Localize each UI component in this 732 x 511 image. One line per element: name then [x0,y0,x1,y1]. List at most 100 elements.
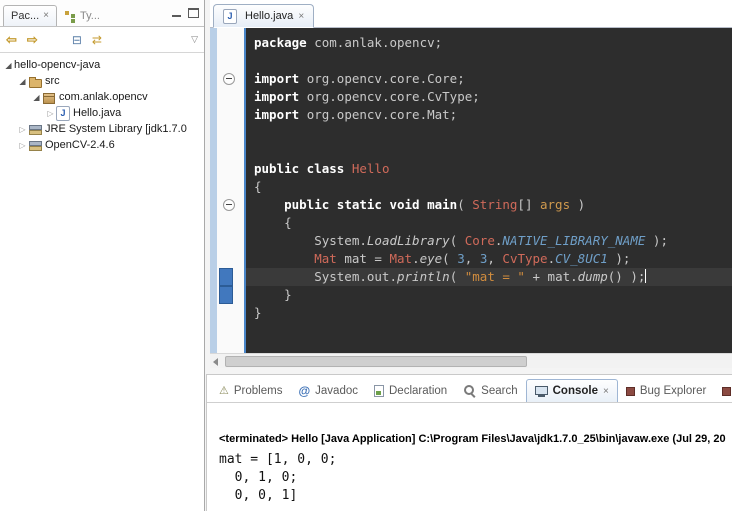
arrow-expanded-icon[interactable]: ◢ [3,61,14,70]
library-icon [28,139,42,152]
sidebar-tabbar: Pac... × Ty... [0,0,204,27]
tab-declaration[interactable]: Declaration [366,380,455,402]
code-token: NATIVE_LIBRARY_NAME [502,233,645,248]
editor-area: J Hello.java × package com.anlak.opencv;… [210,0,732,366]
tab-label: Problems [234,385,283,397]
code-line: import org.opencv.core.CvType; [254,88,732,106]
library-icon [28,123,42,136]
code-token [254,197,284,212]
scroll-left-arrow-icon[interactable] [213,358,218,366]
tab-search[interactable]: Search [455,379,525,402]
declaration-icon [374,385,384,397]
code-token: { [254,215,292,230]
tree-item-src[interactable]: ◢src [0,73,204,89]
code-line: import org.opencv.core.Core; [254,70,732,88]
tree-item-opencv-2-4-6[interactable]: ▷ OpenCV-2.4.6 [0,137,204,153]
code-line: import org.opencv.core.Mat; [254,106,732,124]
code-token: Mat [389,251,412,266]
search-icon [463,384,476,397]
tree-item-label: Hello.java [73,107,121,119]
close-icon[interactable]: × [603,386,609,397]
tab-javadoc[interactable]: @Javadoc [290,380,366,402]
fold-collapse-icon[interactable] [223,73,235,85]
tree-item-hello-java[interactable]: ▷JHello.java [0,105,204,121]
tab-bug[interactable]: Bug [714,380,732,402]
code-line [254,124,732,142]
minimize-icon[interactable] [172,15,181,17]
code-token: } [254,287,292,302]
collapse-all-icon[interactable]: ⊟ [72,34,82,46]
type-hierarchy-icon [64,10,76,22]
arrow-collapsed-icon[interactable]: ▷ [45,109,56,118]
code-token: Mat [314,251,337,266]
code-token: + mat. [525,269,578,284]
tab-problems[interactable]: ⚠ Problems [211,380,290,402]
code-token: package [254,35,314,50]
console-output: mat = [1, 0, 0; 0, 1, 0; 0, 0, 1] [219,451,732,505]
code-editor[interactable]: package com.anlak.opencv; import org.open… [210,28,732,353]
code-token: ( [450,233,465,248]
code-token: import [254,107,307,122]
code-token: import [254,89,307,104]
tree-item-jre-system-library-jdk1-7-0[interactable]: ▷JRE System Library [jdk1.7.0 [0,121,204,137]
arrow-collapsed-icon[interactable]: ▷ [17,141,28,150]
console-line: mat = [1, 0, 0; [219,451,732,469]
maximize-icon[interactable] [188,8,199,18]
code-token: System. [254,233,367,248]
code-token: [] [517,197,540,212]
code-line: System.LoadLibrary( Core.NATIVE_LIBRARY_… [254,232,732,250]
editor-hscrollbar[interactable] [210,353,732,368]
bottom-tabbar: ⚠Problems@JavadocDeclarationSearchConsol… [207,375,732,403]
code-token: "mat = " [465,269,525,284]
tree-item-com-anlak-opencv[interactable]: ◢ com.anlak.opencv [0,89,204,105]
view-menu-icon[interactable]: ▽ [191,35,198,44]
link-with-editor-icon[interactable]: ⇄ [92,34,102,46]
src-folder-icon [28,75,42,88]
fold-collapse-icon[interactable] [223,199,235,211]
code-line: { [254,178,732,196]
code-line: package com.anlak.opencv; [254,34,732,52]
arrow-collapsed-icon[interactable]: ▷ [17,125,28,134]
tree-item-label: com.anlak.opencv [59,91,148,103]
code-token: ( [442,251,457,266]
forward-arrow-icon[interactable]: ⇨ [27,33,38,46]
tree-item-hello-opencv-java[interactable]: ◢hello-opencv-java [0,57,204,73]
code-token: eye [420,251,443,266]
close-icon[interactable]: × [43,11,49,21]
project-tree: ◢hello-opencv-java◢src◢com.anlak.opencv▷… [0,53,204,153]
view-window-buttons [172,8,199,18]
tab-package-explorer[interactable]: Pac... × [3,5,57,26]
code-token: import [254,71,307,86]
arrow-expanded-icon[interactable]: ◢ [31,93,42,102]
code-token: ) [570,197,585,212]
problems-icon: ⚠ [219,386,229,397]
code-token: () ); [608,269,646,284]
code-line: Mat mat = Mat.eye( 3, 3, CvType.CV_8UC1 … [254,250,732,268]
code-token: ( [450,269,465,284]
code-token: dump [578,269,608,284]
tab-label: Declaration [389,385,447,397]
arrow-expanded-icon[interactable]: ◢ [17,77,28,86]
tree-item-label: OpenCV-2.4.6 [45,139,115,151]
code-token: String [472,197,517,212]
code-line [254,142,732,160]
scrollbar-thumb[interactable] [225,356,527,367]
tab-label: Pac... [11,10,39,22]
code-token: System.out. [254,269,397,284]
code-token: } [254,305,262,320]
back-arrow-icon[interactable]: ⇦ [6,33,17,46]
tab-label: Console [553,385,598,397]
code-token: public static void main [284,197,457,212]
tab-console[interactable]: Console × [526,379,618,403]
tab-bug-explorer[interactable]: Bug Explorer [618,380,714,402]
code-token: CV_8UC1 [555,251,608,266]
code-token: . [548,251,556,266]
annotation-strip [210,28,217,353]
close-icon[interactable]: × [298,11,304,22]
tab-type-hierarchy[interactable]: Ty... [57,6,107,26]
code-line: } [254,304,732,322]
code-line: System.out.println( "mat = " + mat.dump(… [246,268,732,286]
code-text: package com.anlak.opencv; import org.open… [246,28,732,322]
console-view[interactable]: <terminated> Hello [Java Application] C:… [207,403,732,505]
editor-tab-hello-java[interactable]: J Hello.java × [213,4,314,28]
